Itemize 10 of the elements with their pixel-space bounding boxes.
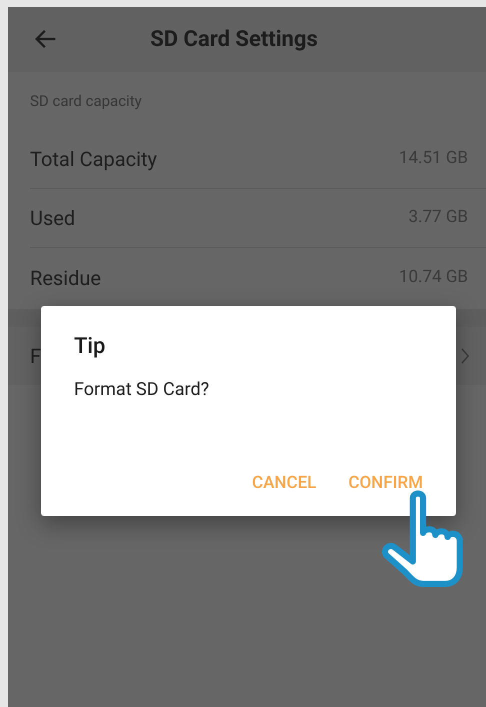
row-label: Used [30, 205, 76, 232]
chevron-right-icon [461, 348, 470, 364]
dialog-button[interactable]: CONFIRM [348, 470, 423, 496]
dialog-button[interactable]: CANCEL [252, 470, 316, 496]
dialog-message: Format SD Card? [74, 378, 210, 402]
page-title: SD Card Settings [150, 26, 319, 54]
dialog-title: Tip [74, 336, 106, 358]
row-label: Residue [30, 264, 102, 292]
row-label: Total Capacity [30, 146, 157, 173]
row-label: F [30, 343, 42, 370]
